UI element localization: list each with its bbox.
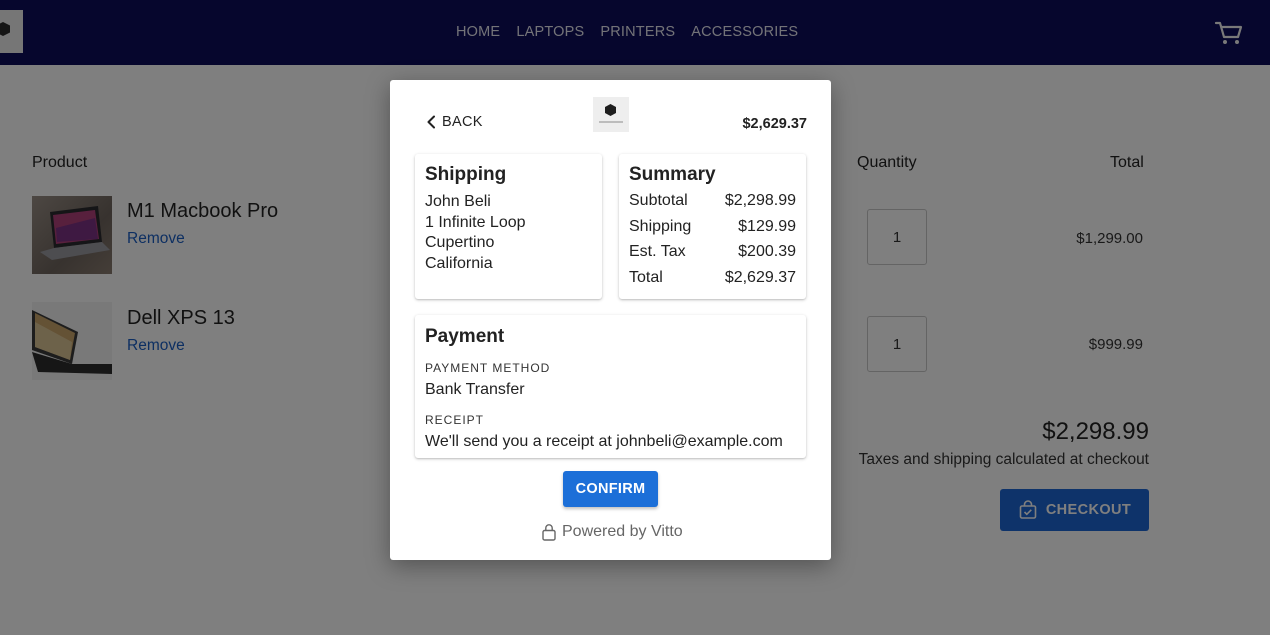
shipping-card: Shipping John Beli 1 Infinite Loop Cuper… [415, 154, 602, 299]
powered-by-text: Powered by Vitto [562, 523, 683, 540]
back-button[interactable]: BACK [426, 114, 483, 130]
summary-value: $2,298.99 [724, 192, 796, 209]
shipping-line: John Beli [425, 193, 491, 210]
summary-row: Total $2,629.37 [629, 268, 796, 294]
chevron-left-icon [427, 115, 435, 129]
lock-icon [542, 524, 556, 541]
summary-value: $200.39 [738, 243, 796, 260]
hexagon-logo-icon [605, 104, 616, 116]
payment-method-value: Bank Transfer [425, 381, 525, 398]
payment-method-label: PAYMENT METHOD [425, 361, 551, 375]
summary-label: Total [629, 268, 663, 286]
summary-label: Shipping [629, 217, 692, 235]
payment-card: Payment PAYMENT METHOD Bank Transfer REC… [415, 315, 806, 458]
shipping-title: Shipping [425, 164, 507, 185]
summary-rows: Subtotal $2,298.99 Shipping $129.99 Est.… [629, 191, 796, 293]
shipping-line: Cupertino [425, 234, 495, 251]
confirm-button[interactable]: CONFIRM [563, 471, 658, 507]
summary-row: Subtotal $2,298.99 [629, 191, 796, 217]
receipt-label: RECEIPT [425, 413, 485, 427]
summary-value: $2,629.37 [724, 268, 796, 286]
summary-label: Subtotal [629, 192, 688, 209]
receipt-value: We'll send you a receipt at johnbeli@exa… [425, 433, 783, 450]
back-label: BACK [442, 114, 483, 130]
order-total: $2,629.37 [742, 116, 807, 132]
shipping-line: 1 Infinite Loop [425, 213, 526, 231]
summary-row: Shipping $129.99 [629, 217, 796, 243]
shipping-address: John Beli 1 Infinite Loop Cupertino Cali… [425, 192, 526, 274]
payment-title: Payment [425, 326, 505, 347]
summary-row: Est. Tax $200.39 [629, 242, 796, 268]
summary-title: Summary [629, 164, 716, 185]
summary-card: Summary Subtotal $2,298.99 Shipping $129… [619, 154, 806, 299]
summary-value: $129.99 [738, 217, 796, 235]
powered-by: Powered by Vitto [542, 523, 683, 541]
shipping-line: California [425, 254, 493, 272]
checkout-modal: BACK $2,629.37 Shipping John Beli 1 Infi… [390, 80, 831, 560]
merchant-logo [593, 97, 629, 132]
summary-label: Est. Tax [629, 243, 686, 260]
